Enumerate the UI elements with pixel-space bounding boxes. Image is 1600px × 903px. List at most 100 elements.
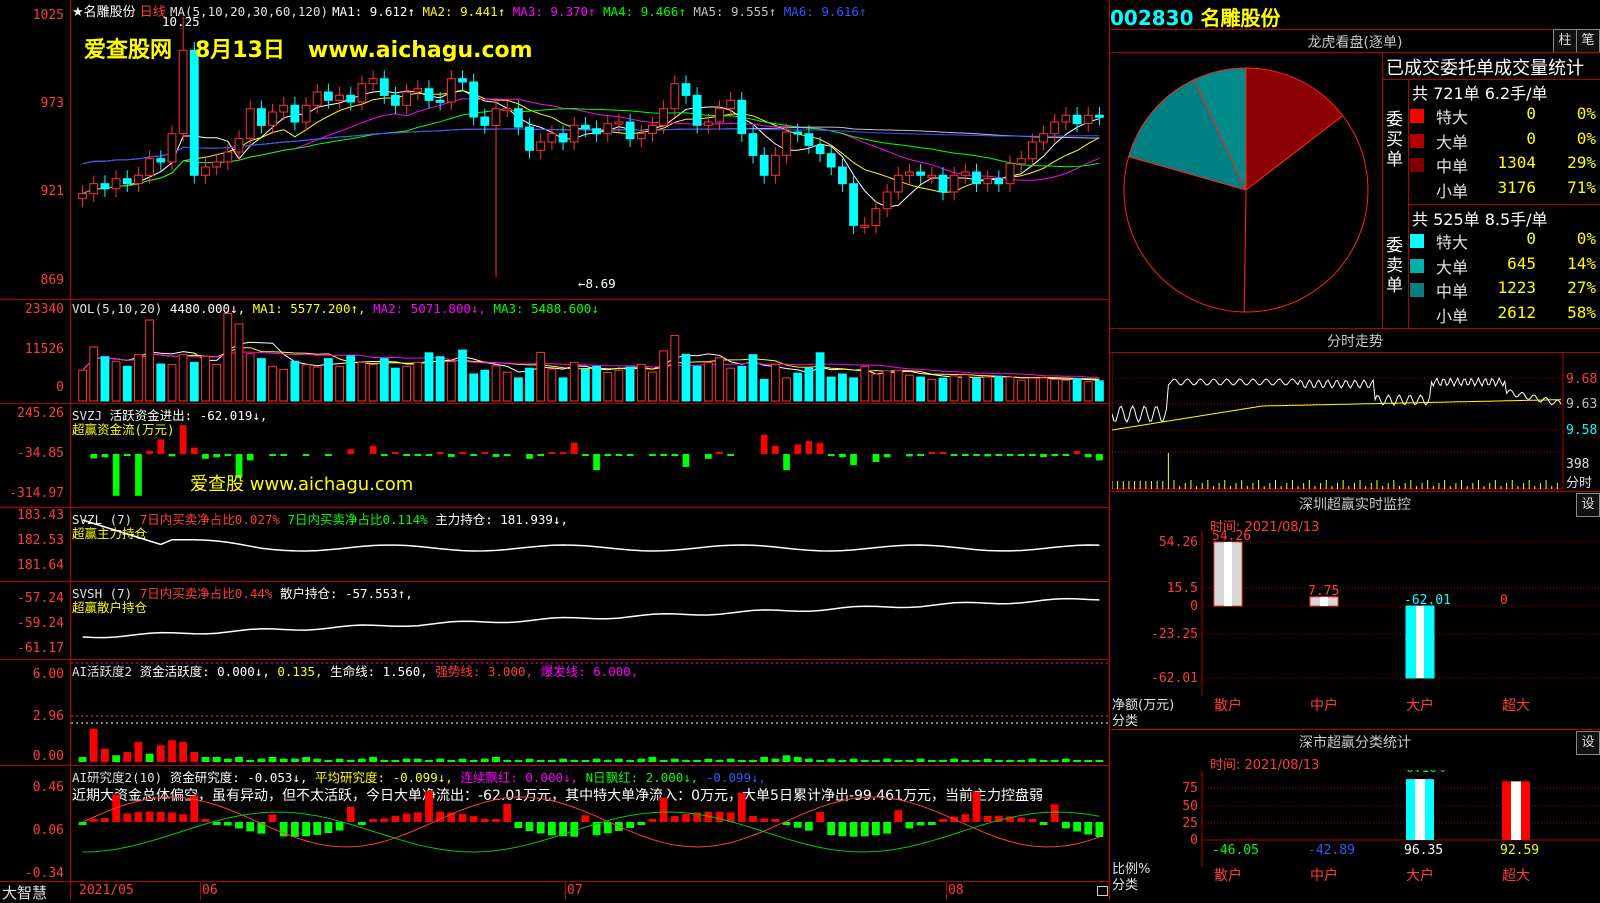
research-bar: [145, 811, 154, 822]
volume-bar: [178, 354, 188, 402]
research-bar: [358, 822, 366, 825]
activity-bar: [670, 758, 679, 762]
flow-bar: [760, 434, 768, 454]
intraday-chart[interactable]: [1112, 352, 1564, 490]
candle: [692, 94, 702, 126]
svzl-panel[interactable]: SVZL (7) 7日内买卖净占比0.027% 7日内买卖净占比0.114% 主…: [0, 508, 1110, 582]
candle: [838, 166, 847, 185]
monitor-category: 超大: [1502, 698, 1530, 714]
monitor-bar-chart[interactable]: 54.26 15.5 0 -23.25 -62.01 54.26 散户 7.75 中户 -62.0…: [1110, 530, 1600, 730]
volume-bar: [860, 365, 870, 402]
volume-bar: [659, 350, 669, 402]
research-bar: [525, 822, 534, 831]
activity-bar: [1017, 760, 1026, 762]
ai-activity-panel[interactable]: AI活跃度2 资金活跃度: 0.000↓, 0.135, 生命线: 1.560,…: [0, 660, 1110, 766]
research-bar: [458, 814, 467, 822]
research-bar: [1017, 817, 1026, 822]
column-toggle-button[interactable]: 柱: [1553, 29, 1577, 53]
volume-bar: [849, 377, 859, 402]
volume-panel[interactable]: VOL(5,10,20) 4480.000↓, MA1: 5577.200↑, …: [0, 300, 1110, 404]
monitor-bar-label: 0: [1500, 593, 1508, 608]
activity-bar: [1050, 760, 1059, 762]
activity-bar: [749, 760, 757, 762]
activity-bar: [905, 760, 914, 762]
activity-bar: [793, 757, 802, 762]
candle: [1050, 121, 1060, 135]
order-pie-chart[interactable]: [1112, 55, 1380, 325]
candle: [223, 151, 233, 163]
svsh-ytick: -57.24: [17, 591, 64, 606]
research-bar: [536, 822, 545, 834]
ai-activity-chart[interactable]: [71, 660, 1109, 765]
research-bar: [335, 822, 344, 831]
activity-bar: [514, 760, 523, 762]
volume-bar: [145, 319, 154, 402]
classify-category: 散户: [1214, 867, 1242, 884]
candle: [514, 108, 523, 128]
svzj-panel[interactable]: SVZJ 活跃资金进出: -62.019↓, 超赢资金流(万元) 245.26 …: [0, 404, 1110, 508]
research-bar: [369, 819, 377, 822]
lock-icon[interactable]: [1097, 886, 1108, 896]
flow-bar: [213, 454, 220, 458]
flow-bar: [950, 454, 958, 456]
monitor-ytick: 0: [1190, 599, 1198, 614]
svzl-chart[interactable]: [71, 508, 1109, 581]
activity-bar: [480, 758, 489, 762]
activity-bar: [447, 760, 456, 762]
candle: [469, 81, 479, 118]
volume-bar: [905, 374, 914, 402]
volume-bar: [927, 378, 937, 402]
candle: [402, 91, 412, 106]
activity-bar: [313, 758, 322, 762]
candle: [335, 94, 345, 101]
activity-bar: [302, 757, 310, 762]
candle: [324, 91, 333, 101]
activity-bar: [458, 758, 467, 762]
date-tick: 07: [567, 883, 583, 898]
svzj-ytick: -314.97: [9, 486, 64, 501]
svsh-chart[interactable]: [71, 582, 1109, 659]
flow-bar: [112, 454, 120, 496]
volume-bar: [1061, 379, 1071, 402]
kline-panel[interactable]: ★名雕股份 日线 MA(5,10,20,30,60,120) MA1: 9.61…: [0, 0, 1110, 900]
activity-bar: [525, 758, 534, 762]
research-bar: [816, 812, 824, 822]
activity-bar: [145, 753, 154, 762]
monitor-settings-button[interactable]: 设: [1576, 493, 1600, 517]
date-tick: 08: [948, 883, 964, 898]
date-tick: 2021/05: [79, 883, 134, 898]
order-qty: 1304: [1497, 153, 1536, 172]
activity-bar: [581, 760, 590, 762]
ai-research-panel[interactable]: AI研究度2(10) 资金研究度: -0.053↓, 平均研究度: -0.099…: [0, 766, 1110, 882]
candle: [983, 178, 993, 185]
research-bar: [961, 814, 970, 822]
volume-bar: [78, 369, 87, 402]
candle: [1061, 114, 1071, 123]
research-bar: [715, 811, 724, 822]
svsh-panel[interactable]: SVSH (7) 7日内买卖净占比0.44% 散户持仓: -57.553↑, 超…: [0, 582, 1110, 660]
flow-bar: [570, 442, 578, 455]
flow-bar: [280, 454, 288, 456]
svsh-line: [82, 597, 1100, 639]
classify-bar-chart[interactable]: 75 50 25 0 -0.10% -46.05 散户 -42.89 中户 96.35 大户 92.5…: [1110, 770, 1600, 900]
ai-research-chart[interactable]: [71, 766, 1109, 881]
flow-bar: [816, 442, 824, 455]
activity-bar: [380, 760, 389, 762]
candle: [614, 121, 624, 125]
volume-bar: [893, 369, 903, 402]
research-bar: [302, 822, 310, 837]
activity-bar: [190, 752, 199, 762]
volume-bar: [681, 353, 691, 402]
order-row: 小单 2612 58%: [1410, 303, 1600, 327]
candle: [815, 144, 825, 155]
candle: [368, 78, 378, 85]
candle: [972, 171, 981, 185]
activity-bar: [156, 745, 165, 762]
volume-chart[interactable]: [71, 300, 1109, 403]
volume-bar: [782, 377, 791, 402]
classify-settings-button[interactable]: 设: [1576, 731, 1600, 755]
tick-toggle-button[interactable]: 笔: [1576, 29, 1600, 53]
flow-bar: [135, 454, 142, 496]
volume-bar: [994, 375, 1004, 402]
classify-value: -46.05: [1212, 843, 1259, 858]
